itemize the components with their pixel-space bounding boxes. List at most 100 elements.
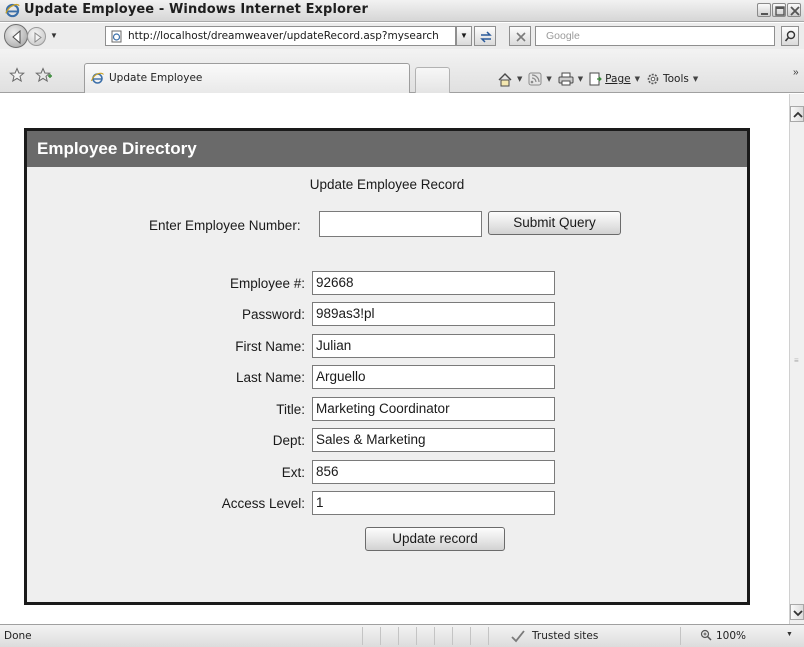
dept-label: Dept: xyxy=(272,433,305,448)
print-icon xyxy=(558,72,574,86)
feeds-icon xyxy=(528,72,542,86)
scroll-up-button[interactable] xyxy=(790,106,804,122)
first-name-input[interactable]: Julian xyxy=(312,334,555,358)
first-name-label: First Name: xyxy=(235,339,305,354)
field-row-ext: Ext: 856 xyxy=(27,460,747,485)
tab-update-employee[interactable]: Update Employee xyxy=(84,63,410,93)
address-bar[interactable]: http://localhost/dreamweaver/updateRecor… xyxy=(105,26,456,46)
gear-icon xyxy=(647,73,659,85)
field-row-first-name: First Name: Julian xyxy=(27,334,747,359)
print-button[interactable]: ▼ xyxy=(558,72,583,86)
page-menu-icon xyxy=(589,72,603,86)
chevron-up-icon xyxy=(793,111,803,118)
ext-input[interactable]: 856 xyxy=(312,460,555,484)
page-menu[interactable]: Page ▼ xyxy=(589,72,640,86)
status-cell xyxy=(470,627,486,645)
field-row-employee-number: Employee #: 92668 xyxy=(27,271,747,296)
stop-icon xyxy=(516,32,526,42)
minimize-button[interactable] xyxy=(757,3,771,17)
ie-logo-icon xyxy=(5,3,20,18)
submit-query-button[interactable]: Submit Query xyxy=(488,211,621,235)
employee-directory-panel: Employee Directory Update Employee Recor… xyxy=(24,128,750,605)
employee-number-label: Enter Employee Number: xyxy=(149,218,301,233)
scrollbar-grip-icon: ≡ xyxy=(794,356,799,365)
dept-input[interactable]: Sales & Marketing xyxy=(312,428,555,452)
employee-number-input[interactable] xyxy=(319,211,482,237)
access-level-input[interactable]: 1 xyxy=(312,491,555,515)
zone-label: Trusted sites xyxy=(532,630,599,642)
update-record-button[interactable]: Update record xyxy=(365,527,505,551)
favorites-star-icon[interactable] xyxy=(9,67,25,83)
refresh-button[interactable] xyxy=(474,26,496,46)
field-row-password: Password: 989as3!pl xyxy=(27,302,747,327)
vertical-scrollbar[interactable]: ≡ xyxy=(789,94,804,624)
zoom-dropdown-icon[interactable]: ▼ xyxy=(786,631,793,638)
field-row-last-name: Last Name: Arguello xyxy=(27,365,747,390)
status-cell xyxy=(362,627,378,645)
window-title: Update Employee - Windows Internet Explo… xyxy=(24,2,368,17)
stop-button[interactable] xyxy=(509,26,531,46)
status-cell xyxy=(416,627,432,645)
password-label: Password: xyxy=(241,307,305,322)
field-row-title: Title: Marketing Coordinator xyxy=(27,397,747,422)
status-cell xyxy=(452,627,468,645)
add-favorites-icon[interactable] xyxy=(35,67,53,83)
access-level-label: Access Level: xyxy=(221,496,305,511)
address-toolbar: ▼ http://localhost/dreamweaver/updateRec… xyxy=(0,23,804,49)
refresh-icon xyxy=(480,31,492,43)
search-icon xyxy=(784,30,796,42)
tab-label: Update Employee xyxy=(109,72,203,84)
page-menu-label: Page xyxy=(605,73,631,85)
maximize-button[interactable] xyxy=(772,3,786,17)
zoom-level: 100% xyxy=(716,629,747,642)
last-name-input[interactable]: Arguello xyxy=(312,365,555,389)
browser-viewport: Employee Directory Update Employee Recor… xyxy=(0,94,789,624)
zoom-icon xyxy=(700,629,712,641)
back-button[interactable] xyxy=(4,24,28,48)
field-row-dept: Dept: Sales & Marketing xyxy=(27,428,747,453)
close-button[interactable] xyxy=(787,3,801,17)
search-placeholder: Google xyxy=(546,30,580,42)
search-button[interactable] xyxy=(781,26,799,46)
title-input[interactable]: Marketing Coordinator xyxy=(312,397,555,421)
form-heading: Update Employee Record xyxy=(309,177,465,192)
home-button[interactable]: ▼ xyxy=(497,72,522,87)
page-title: Employee Directory xyxy=(37,139,197,158)
title-label: Title: xyxy=(276,402,305,417)
zoom-control[interactable]: 100% xyxy=(700,629,746,642)
address-dropdown-button[interactable]: ▼ xyxy=(456,26,472,46)
status-cell xyxy=(488,627,504,645)
last-name-label: Last Name: xyxy=(235,370,305,385)
recent-pages-dropdown-icon[interactable]: ▼ xyxy=(50,31,58,40)
window-titlebar: Update Employee - Windows Internet Explo… xyxy=(0,0,804,22)
chevron-down-icon xyxy=(793,610,803,617)
feeds-button[interactable]: ▼ xyxy=(528,72,552,86)
forward-button[interactable] xyxy=(27,27,46,46)
status-cell xyxy=(680,627,696,645)
search-input[interactable]: Google xyxy=(535,26,775,46)
panel-header: Employee Directory xyxy=(27,131,747,167)
new-tab-button[interactable] xyxy=(415,67,450,93)
employee-id-input[interactable]: 92668 xyxy=(312,271,555,295)
address-url[interactable]: http://localhost/dreamweaver/updateRecor… xyxy=(128,30,453,42)
password-input[interactable]: 989as3!pl xyxy=(312,302,555,326)
tools-menu[interactable]: Tools ▼ xyxy=(646,72,698,86)
checkmark-icon xyxy=(511,630,525,643)
command-bar: ▼ ▼ ▼ Page ▼ Tools ▼ xyxy=(497,71,698,87)
back-arrow-icon xyxy=(12,29,21,45)
field-row-access-level: Access Level: 1 xyxy=(27,491,747,516)
more-commands-icon[interactable]: » xyxy=(793,67,799,78)
tools-menu-label: Tools xyxy=(662,73,689,85)
tab-toolbar: Update Employee ▼ ▼ ▼ Page ▼ Tools ▼ » xyxy=(0,49,804,93)
ext-label: Ext: xyxy=(281,465,305,480)
security-zone[interactable]: Trusted sites xyxy=(510,629,598,643)
status-cell xyxy=(398,627,414,645)
status-text: Done xyxy=(4,630,32,642)
status-cell xyxy=(380,627,396,645)
forward-arrow-icon xyxy=(34,32,42,43)
page-icon xyxy=(111,30,122,43)
page-icon xyxy=(91,72,104,84)
status-cell xyxy=(434,627,450,645)
employee-id-label: Employee #: xyxy=(229,276,305,291)
scroll-down-button[interactable] xyxy=(790,604,804,620)
